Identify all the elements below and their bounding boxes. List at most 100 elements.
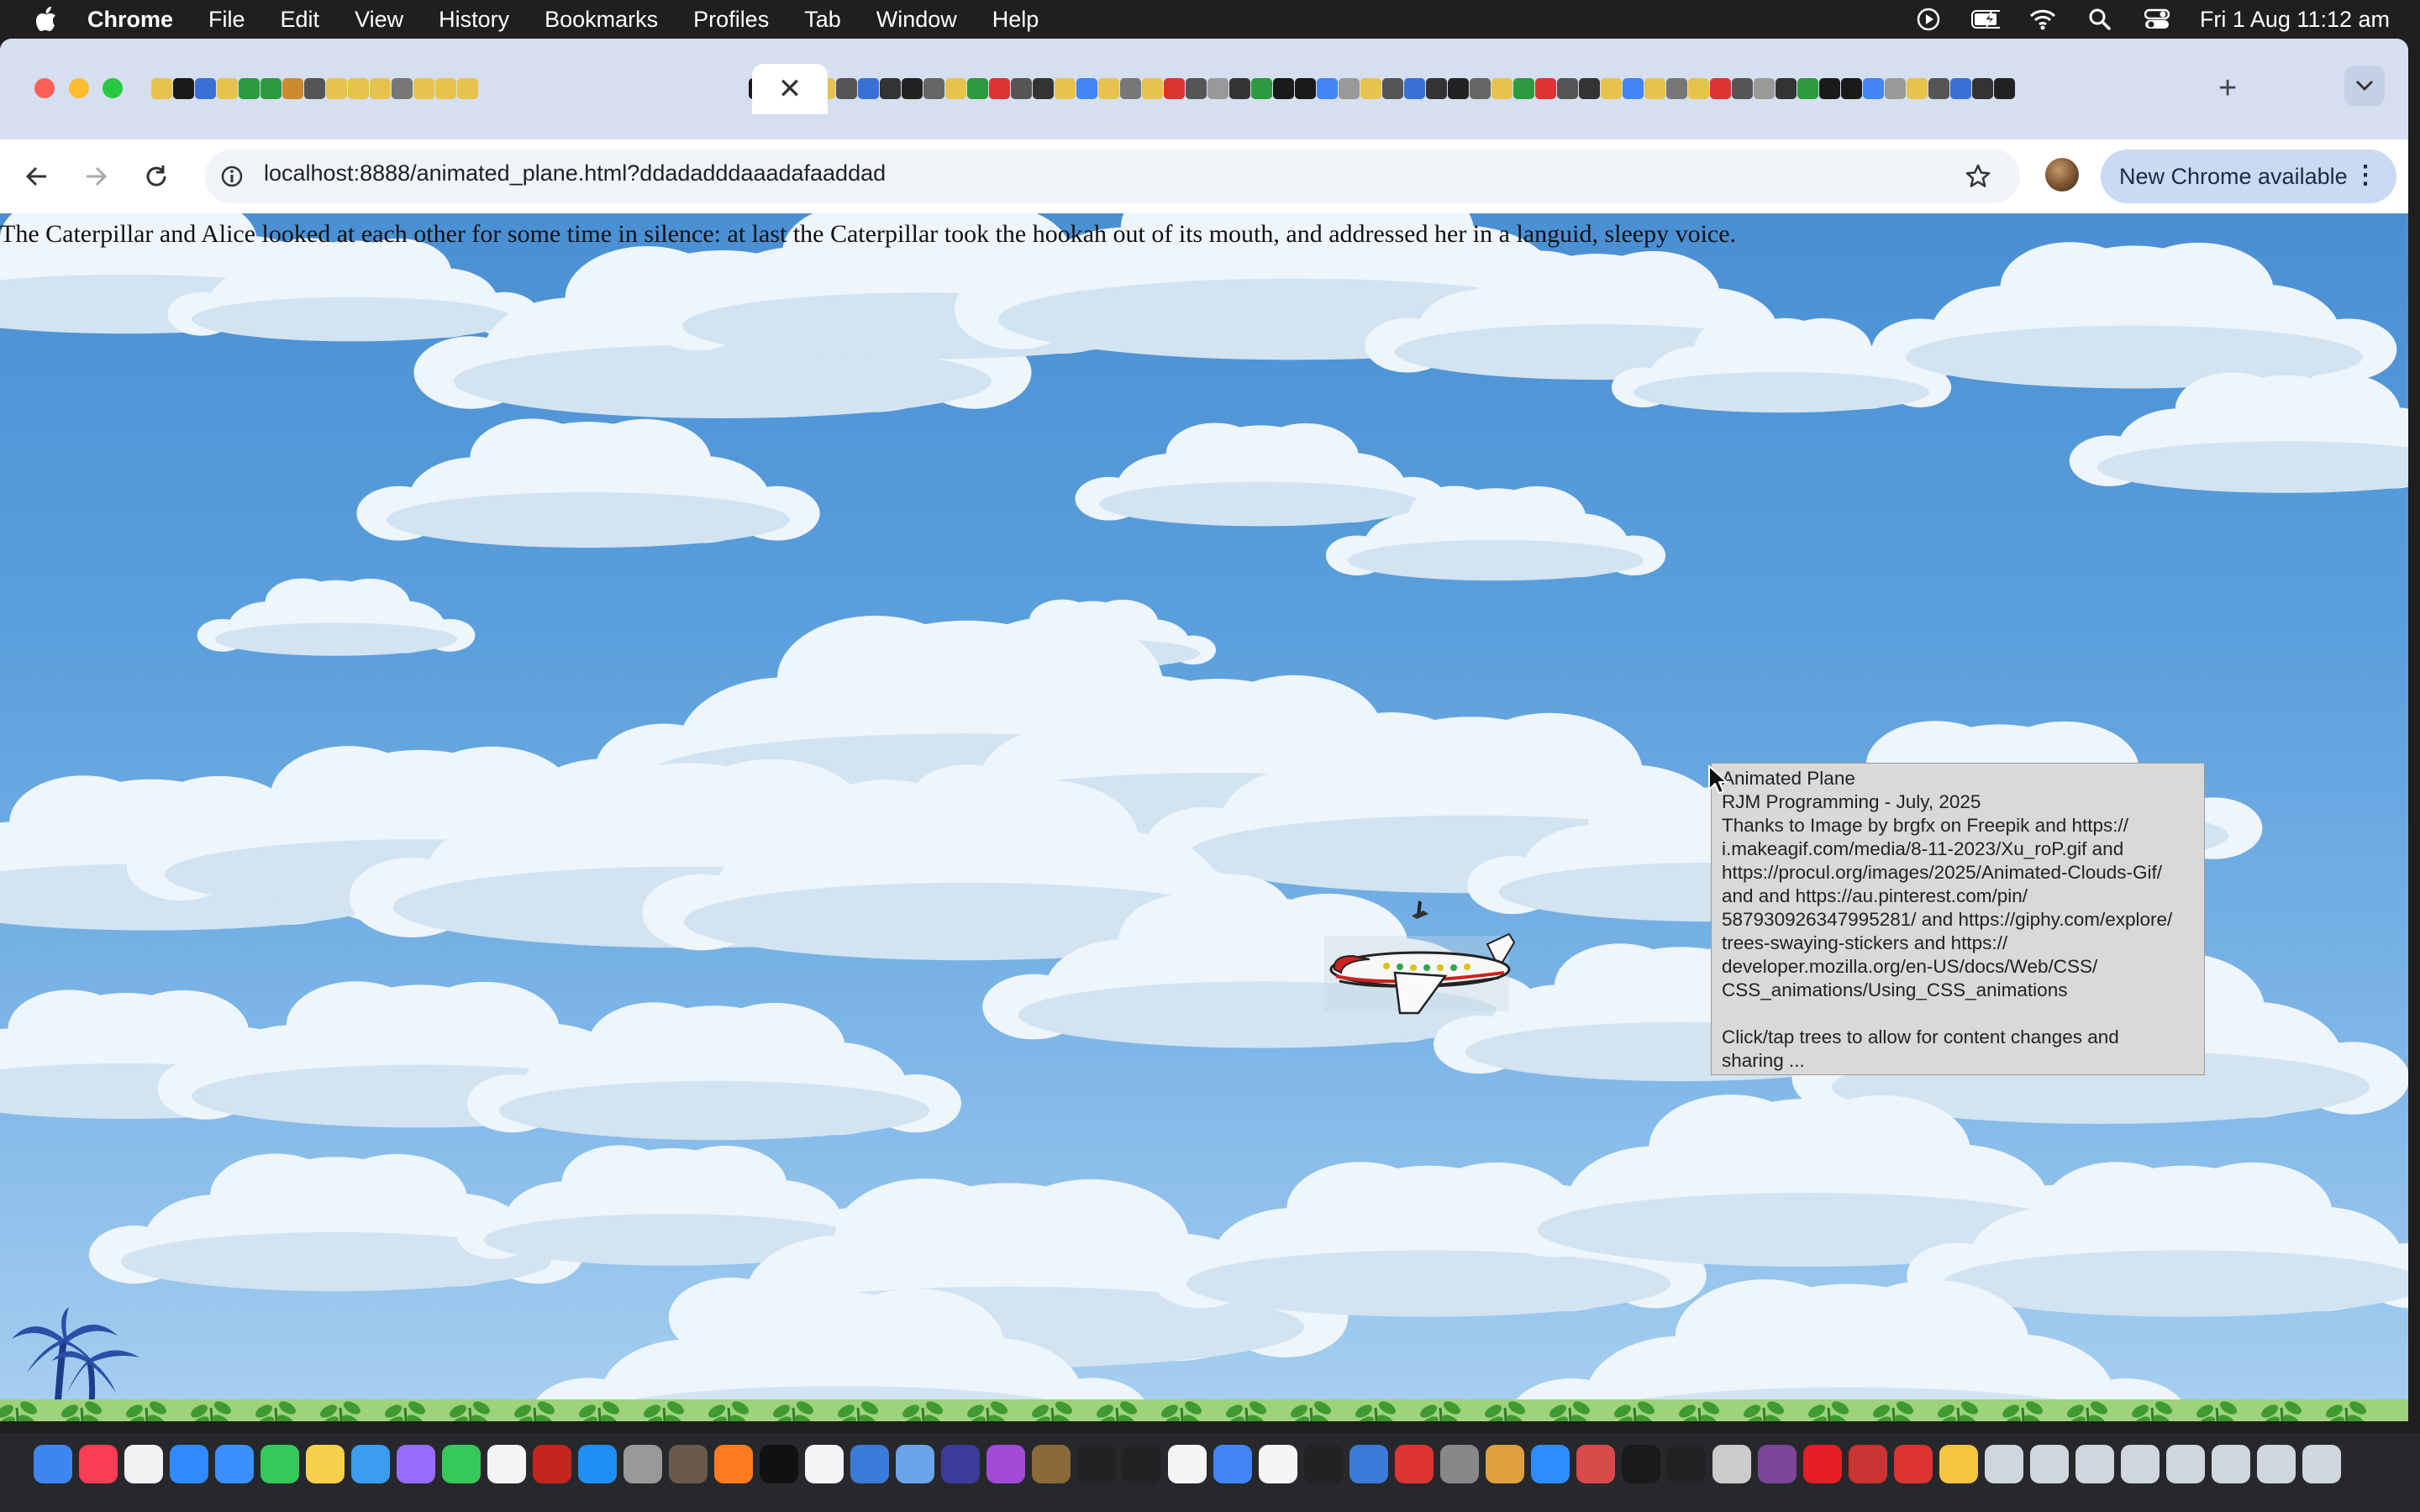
preview-icon[interactable] [896, 1445, 934, 1483]
music-icon[interactable] [79, 1445, 118, 1483]
tab-favicon[interactable] [902, 77, 923, 99]
tab-favicon[interactable] [1928, 77, 1949, 99]
tab-favicon[interactable] [435, 77, 456, 99]
news-icon[interactable] [805, 1445, 844, 1483]
tab-favicon[interactable] [967, 77, 988, 99]
keychain-icon[interactable] [1032, 1445, 1071, 1483]
tab-favicon[interactable] [392, 77, 413, 99]
menu-file[interactable]: File [208, 7, 245, 33]
inkscape-icon[interactable] [1622, 1445, 1660, 1483]
compass-icon[interactable] [1849, 1445, 1887, 1483]
intellij-icon[interactable] [1395, 1445, 1434, 1483]
tab-favicon[interactable] [1295, 77, 1316, 99]
tab-favicon[interactable] [1819, 77, 1840, 99]
spotlight-search-icon[interactable] [2086, 7, 2114, 32]
messages-icon[interactable] [260, 1445, 299, 1483]
folder-icon[interactable] [2257, 1445, 2296, 1483]
tips-icon[interactable] [1939, 1445, 1978, 1483]
new-tab-button[interactable]: + [2218, 71, 2237, 107]
tab-favicon[interactable] [1535, 77, 1556, 99]
tab-favicon[interactable] [1382, 77, 1403, 99]
safari-icon[interactable] [170, 1445, 208, 1483]
tab-favicon[interactable] [1994, 77, 2015, 99]
forward-button[interactable] [77, 158, 114, 195]
reload-button[interactable] [138, 158, 175, 195]
tab-favicon[interactable] [173, 77, 194, 99]
battery-charging-icon[interactable] [1970, 7, 2000, 32]
menu-edit[interactable]: Edit [281, 7, 320, 33]
tab-favicon[interactable] [1011, 77, 1032, 99]
tab-favicon[interactable] [304, 77, 325, 99]
back-button[interactable] [18, 158, 55, 195]
tab-favicon[interactable] [1863, 77, 1884, 99]
folder-icon[interactable] [1985, 1445, 2023, 1483]
tab-favicon[interactable] [348, 77, 369, 99]
apple-logo-icon[interactable] [34, 6, 59, 33]
tab-favicon[interactable] [1841, 77, 1862, 99]
tab-favicon[interactable] [1404, 77, 1425, 99]
bookmark-star-icon[interactable] [1961, 160, 1995, 193]
more-menu-icon[interactable]: ⋮ [2353, 163, 2378, 188]
control-center-icon[interactable] [2143, 7, 2171, 32]
folder-icon[interactable] [2030, 1445, 2069, 1483]
tab-favicon[interactable] [1950, 77, 1971, 99]
tab-favicon[interactable] [1754, 77, 1775, 99]
tab-favicon[interactable] [1491, 77, 1512, 99]
tab-favicon[interactable] [282, 77, 303, 99]
finder-icon[interactable] [34, 1445, 72, 1483]
app-store-icon[interactable] [578, 1445, 617, 1483]
tab-favicon[interactable] [836, 77, 857, 99]
xcode-icon[interactable] [850, 1445, 889, 1483]
tab-favicon[interactable] [1251, 77, 1272, 99]
tab-favicon[interactable] [1557, 77, 1578, 99]
menu-bookmarks[interactable]: Bookmarks [544, 7, 658, 33]
new-chrome-available-button[interactable]: New Chrome available ⋮ [2101, 150, 2396, 203]
system-settings-icon[interactable] [1440, 1445, 1479, 1483]
url-text[interactable]: localhost:8888/animated_plane.html?ddada… [264, 160, 886, 186]
terminal-icon[interactable] [1304, 1445, 1343, 1483]
tab-favicon[interactable] [1360, 77, 1381, 99]
notes-icon[interactable] [306, 1445, 345, 1483]
menu-help[interactable]: Help [992, 7, 1039, 33]
tab-favicon[interactable] [1317, 77, 1338, 99]
apple-tv-icon[interactable] [760, 1445, 798, 1483]
tab-favicon[interactable] [1623, 77, 1644, 99]
freeform-icon[interactable] [351, 1445, 390, 1483]
site-info-icon[interactable] [215, 160, 249, 193]
menubar-clock[interactable]: Fri 1 Aug 11:12 am [2200, 7, 2390, 33]
tab-favicon[interactable] [1732, 77, 1753, 99]
tab-favicon[interactable] [1579, 77, 1600, 99]
animated-plane-icon[interactable] [1319, 895, 1521, 1021]
tab-favicon[interactable] [1972, 77, 1993, 99]
tab-favicon[interactable] [151, 77, 172, 99]
tab-favicon[interactable] [1448, 77, 1469, 99]
folder-icon[interactable] [2121, 1445, 2160, 1483]
tab-favicon[interactable] [1098, 77, 1119, 99]
tab-favicon[interactable] [1120, 77, 1141, 99]
mamp-icon[interactable] [1667, 1445, 1706, 1483]
zoom-window-button[interactable] [103, 78, 123, 98]
tab-favicon[interactable] [1207, 77, 1228, 99]
chrome-icon[interactable] [1213, 1445, 1252, 1483]
tab-favicon[interactable] [413, 77, 434, 99]
close-tab-icon[interactable]: ✕ [778, 72, 802, 106]
minimize-window-button[interactable] [69, 78, 89, 98]
opera-icon[interactable] [1803, 1445, 1842, 1483]
tab-favicon[interactable] [1710, 77, 1731, 99]
tab-favicon[interactable] [1426, 77, 1447, 99]
menu-window[interactable]: Window [876, 7, 957, 33]
tab-favicon[interactable] [1055, 77, 1076, 99]
script-editor-icon[interactable] [1712, 1445, 1751, 1483]
tab-favicon[interactable] [1229, 77, 1250, 99]
tab-favicon[interactable] [239, 77, 260, 99]
folder-icon[interactable] [2166, 1445, 2205, 1483]
calendar-icon[interactable] [1168, 1445, 1207, 1483]
tab-search-button[interactable] [2344, 66, 2385, 106]
affinity-icon[interactable] [1576, 1445, 1615, 1483]
tab-favicon[interactable] [260, 77, 281, 99]
active-tab[interactable]: ✕ [752, 64, 828, 114]
mail-icon[interactable] [215, 1445, 254, 1483]
tab-favicon[interactable] [1142, 77, 1163, 99]
terminal-icon[interactable] [1123, 1445, 1161, 1483]
play-circle-icon[interactable] [1914, 7, 1943, 32]
